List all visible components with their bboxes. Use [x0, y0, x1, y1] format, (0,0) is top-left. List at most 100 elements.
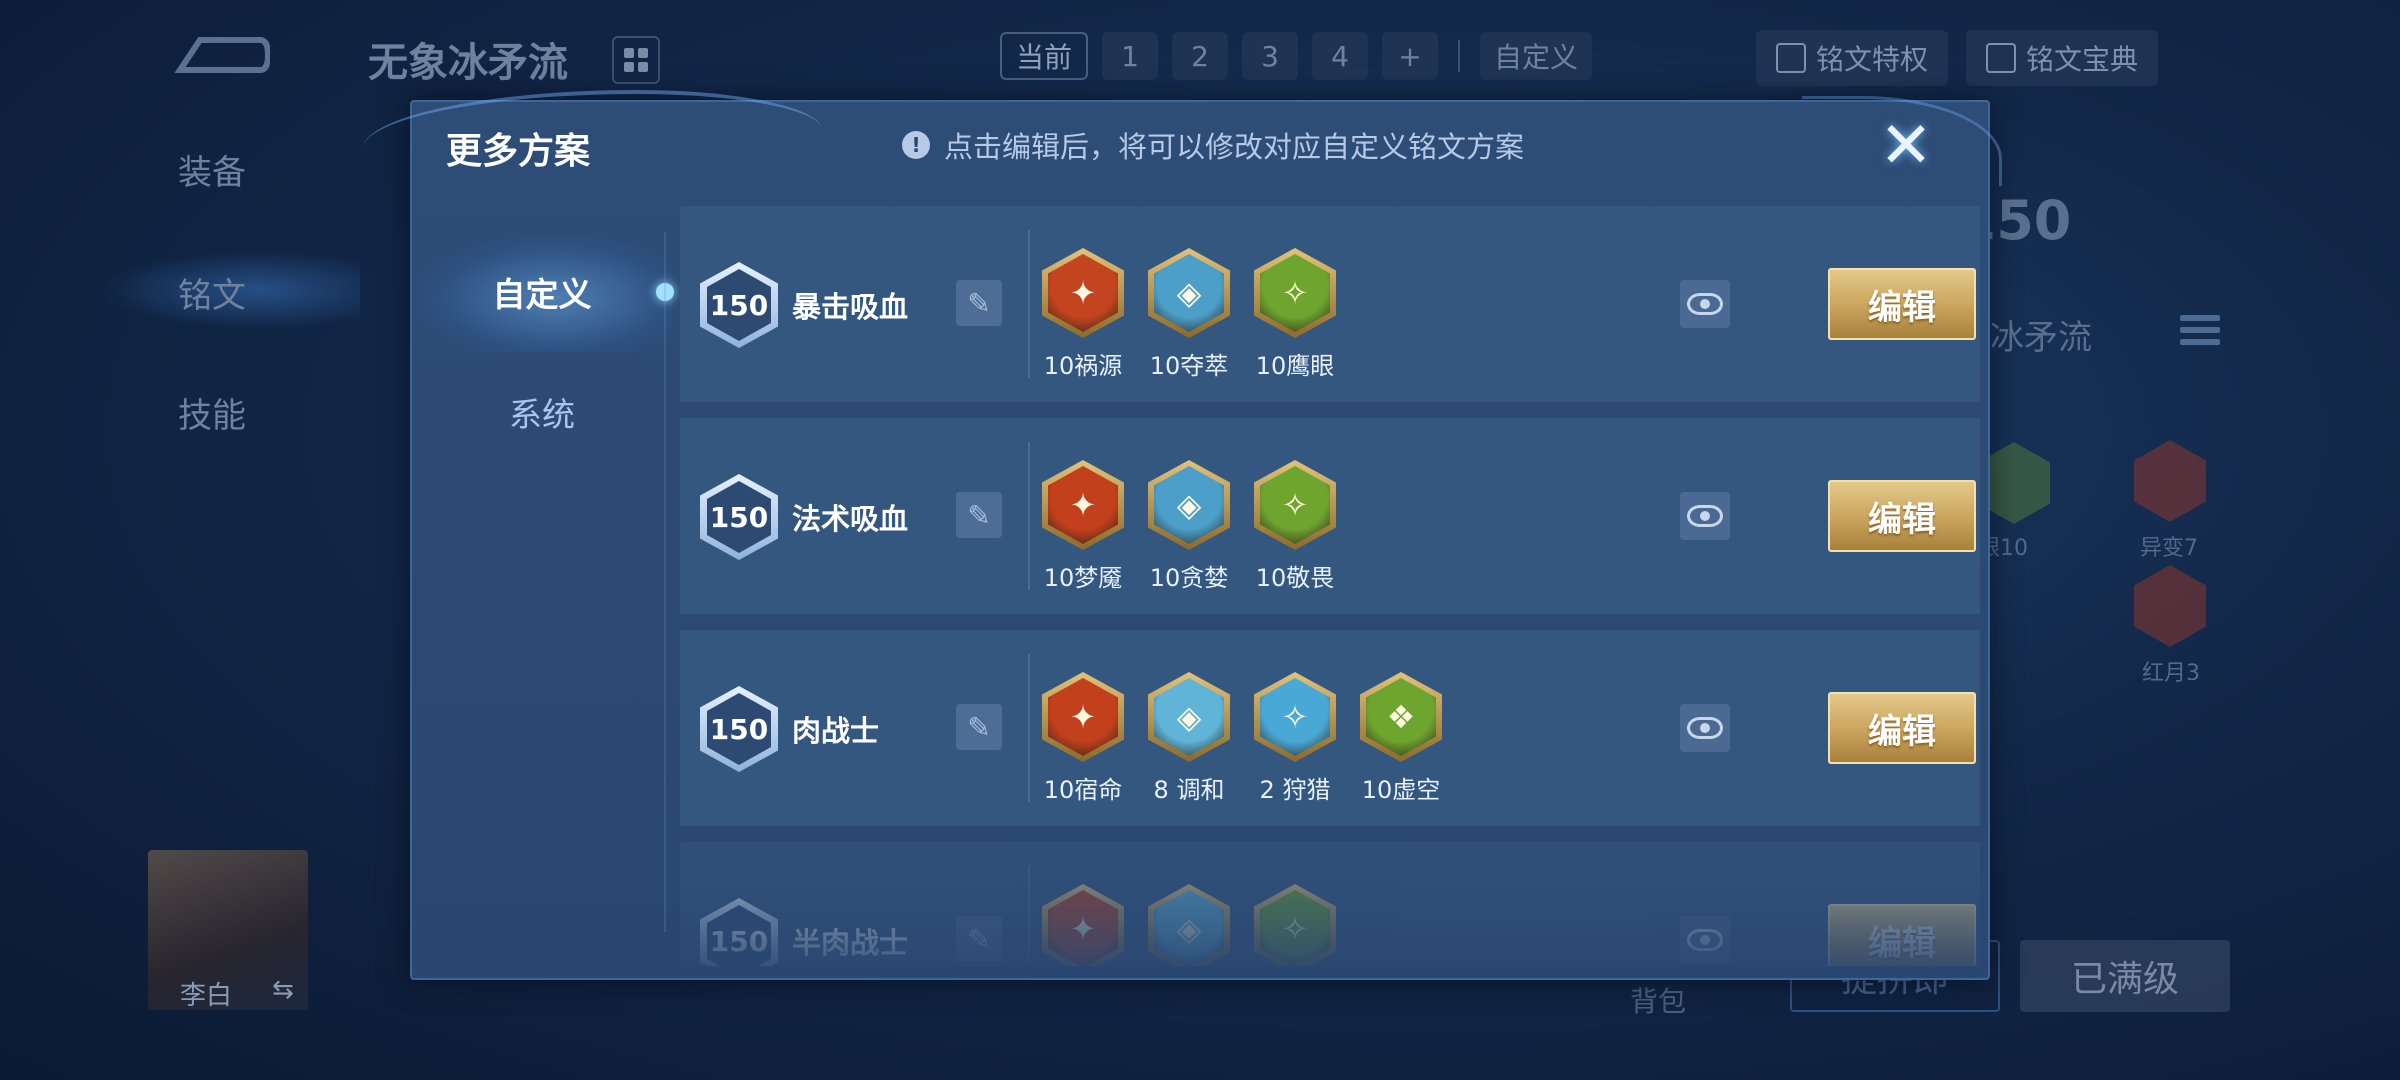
plan-row: 150 法术吸血 ✎ ✦ 10梦魇 ◈ 10贪婪 ✧ 10敬畏 编辑 [680, 418, 1980, 614]
plan-row: 150 半肉战士 ✎ ✦ ◈ ✧ 编辑 [680, 842, 1980, 966]
rune-icon-inner: ✧ [1260, 466, 1330, 544]
rune-item: ✦ 10宿命 [1042, 672, 1124, 805]
edit-button[interactable]: 编辑 [1828, 904, 1976, 966]
rune-icon-inner: ◈ [1154, 254, 1224, 332]
rune-icon-inner: ✧ [1260, 254, 1330, 332]
preview-button[interactable] [1680, 704, 1730, 752]
plan-list[interactable]: 150 暴击吸血 ✎ ✦ 10祸源 ◈ 10夺萃 ✧ 10鹰眼 编辑 150 法… [680, 206, 1980, 966]
dialog-title: 更多方案 [446, 131, 591, 172]
sidebar-item-skills[interactable]: 技能 [178, 388, 246, 437]
rune-icon-inner: ◈ [1154, 890, 1224, 966]
edit-tip-text: 点击编辑后，将可以修改对应自定义铭文方案 [944, 130, 1525, 164]
level-value: 150 [707, 905, 771, 966]
dialog-decoration [362, 90, 822, 190]
sidebar-item-runes[interactable]: 铭文 [178, 268, 246, 317]
swap-icon[interactable]: ⇆ [272, 975, 294, 1005]
edit-button[interactable]: 编辑 [1828, 268, 1976, 340]
rune-item: ✦ [1042, 884, 1124, 966]
rune-icon: ✧ [1254, 884, 1336, 966]
privilege-icon [1776, 43, 1806, 73]
eye-icon [1687, 717, 1723, 739]
back-icon[interactable] [170, 30, 270, 85]
rune-item: ◈ 8 调和 [1148, 672, 1230, 805]
preview-button[interactable] [1680, 916, 1730, 964]
rune-label: 2 狩猎 [1259, 776, 1331, 804]
rename-button[interactable]: ✎ [956, 704, 1002, 750]
rune-icon: ✦ [1042, 884, 1124, 966]
eye-icon [1687, 505, 1723, 527]
preview-button[interactable] [1680, 280, 1730, 328]
rune-label: 异变7 [2140, 536, 2198, 561]
rune-icon-inner: ✦ [1048, 466, 1118, 544]
rune-item: ✦ 10祸源 [1042, 248, 1124, 381]
rune-icon-inner: ✧ [1260, 678, 1330, 756]
pencil-icon: ✎ [967, 710, 991, 744]
custom-page-button[interactable]: 自定义 [1480, 32, 1593, 80]
rune-icon: ✦ [1042, 672, 1124, 762]
rune-icon-inner: ✧ [1260, 890, 1330, 966]
page-current-button[interactable]: 当前 [1000, 32, 1089, 80]
codex-icon [1986, 43, 2016, 73]
rune-plan-title: 无象冰矛流 [368, 40, 568, 86]
rune-label: 红月3 [2142, 661, 2200, 686]
menu-icon[interactable] [2180, 315, 2220, 355]
page-3-button[interactable]: 3 [1242, 32, 1299, 80]
rune-label: 10贪婪 [1149, 564, 1229, 592]
rune-item: ❖ 10虚空 [1360, 672, 1442, 805]
page-1-button[interactable]: 1 [1102, 32, 1159, 80]
level-value: 150 [707, 269, 771, 341]
rename-button[interactable]: ✎ [956, 280, 1002, 326]
edit-tip: ! 点击编辑后，将可以修改对应自定义铭文方案 [902, 124, 1524, 166]
preview-button[interactable] [1680, 492, 1730, 540]
rune-label: 10鹰眼 [1255, 352, 1335, 380]
close-button[interactable]: ✕ [1874, 114, 1938, 178]
info-icon: ! [902, 131, 930, 159]
rename-button[interactable]: ✎ [956, 492, 1002, 538]
rune-codex-button[interactable]: 铭文宝典 [1966, 30, 2159, 86]
sidebar-item-equipment[interactable]: 装备 [178, 145, 246, 194]
rune-icon-inner: ✦ [1048, 678, 1118, 756]
page-4-button[interactable]: 4 [1312, 32, 1369, 80]
pencil-icon: ✎ [967, 922, 991, 956]
level-badge: 150 [700, 262, 778, 348]
eye-icon [1687, 929, 1723, 951]
grid-icon[interactable] [612, 36, 660, 84]
eye-icon [1687, 293, 1723, 315]
level-value: 150 [707, 693, 771, 765]
rune-label: 10祸源 [1043, 352, 1123, 380]
rune-icon-inner: ❖ [1366, 678, 1436, 756]
level-badge: 150 [700, 898, 778, 966]
rune-label: 10敬畏 [1255, 564, 1335, 592]
rune-codex-label: 铭文宝典 [2026, 43, 2139, 76]
rune-icon: ✧ [1254, 460, 1336, 550]
rune-list: ✦ 10祸源 ◈ 10夺萃 ✧ 10鹰眼 [1042, 248, 1336, 381]
add-page-button[interactable]: + [1382, 32, 1439, 80]
rune-item: ◈ 10贪婪 [1148, 460, 1230, 593]
tab-custom[interactable]: 自定义 [412, 232, 674, 352]
plan-tabs: 自定义 系统 [412, 232, 674, 472]
pencil-icon: ✎ [967, 498, 991, 532]
plan-name: 肉战士 [792, 714, 880, 748]
edit-button[interactable]: 编辑 [1828, 692, 1976, 764]
max-level-button[interactable]: 已满级 [2020, 940, 2230, 1012]
rune-icon: ◈ [1148, 672, 1230, 762]
rename-button[interactable]: ✎ [956, 916, 1002, 962]
plan-name: 半肉战士 [792, 926, 909, 960]
bag-label[interactable]: 背包 [1630, 980, 1686, 1020]
rune-item: ✦ 10梦魇 [1042, 460, 1124, 593]
page-2-button[interactable]: 2 [1172, 32, 1229, 80]
rune-icon-inner: ◈ [1154, 466, 1224, 544]
level-badge: 150 [700, 474, 778, 560]
rune-label: 10夺萃 [1149, 352, 1229, 380]
plan-row: 150 暴击吸血 ✎ ✦ 10祸源 ◈ 10夺萃 ✧ 10鹰眼 编辑 [680, 206, 1980, 402]
rune-list: ✦ ◈ ✧ [1042, 884, 1336, 966]
edit-button[interactable]: 编辑 [1828, 480, 1976, 552]
rune-item: ✧ 2 狩猎 [1254, 672, 1336, 805]
rune-icon: ✧ [1254, 672, 1336, 762]
tab-system[interactable]: 系统 [412, 352, 672, 472]
rune-icon: ◈ [1148, 460, 1230, 550]
rune-label: 10虚空 [1361, 776, 1441, 804]
rune-icon-inner: ◈ [1154, 678, 1224, 756]
plan-row: 150 肉战士 ✎ ✦ 10宿命 ◈ 8 调和 ✧ 2 狩猎 ❖ 10虚空 编辑 [680, 630, 1980, 826]
rune-privilege-button[interactable]: 铭文特权 [1756, 30, 1949, 86]
